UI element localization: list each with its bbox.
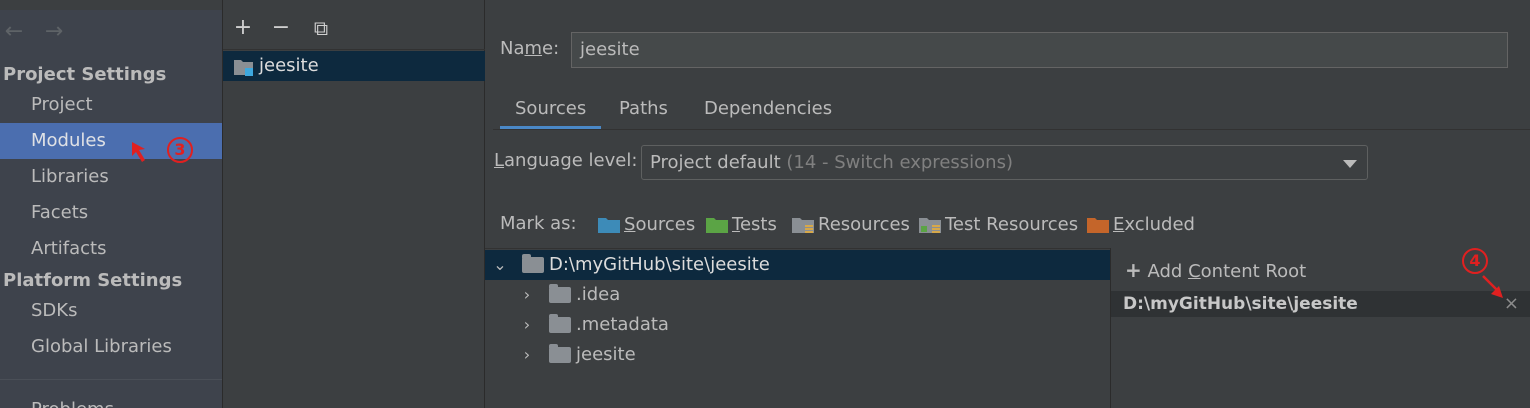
tab-sources[interactable]: Sources bbox=[500, 92, 601, 130]
mark-sources-mnemonic: S bbox=[624, 214, 636, 235]
sidebar-item-problems[interactable]: Problems bbox=[0, 392, 222, 408]
remove-module-icon[interactable]: − bbox=[267, 14, 295, 42]
content-root-path: D:\myGitHub\site\jeesite bbox=[1123, 294, 1358, 314]
tree-row-jeesite[interactable]: › jeesite bbox=[485, 340, 1110, 370]
tree-root-label: D:\myGitHub\site\jeesite bbox=[549, 254, 770, 275]
chevron-right-icon[interactable]: › bbox=[519, 310, 535, 340]
mark-as-label: Mark as: bbox=[500, 213, 577, 234]
sidebar-item-libraries[interactable]: Libraries bbox=[0, 159, 222, 195]
sidebar-top-strip bbox=[0, 0, 222, 10]
mark-as-excluded[interactable]: Excluded bbox=[1087, 212, 1197, 238]
annotation-arrow-icon bbox=[132, 142, 145, 162]
mark-resources-text: Resources bbox=[818, 214, 910, 235]
mark-as-resources[interactable]: Resources bbox=[792, 212, 910, 238]
module-name-field[interactable]: jeesite bbox=[571, 32, 1508, 68]
history-nav: ← → bbox=[0, 20, 80, 44]
folder-icon bbox=[549, 344, 571, 363]
sidebar-item-artifacts[interactable]: Artifacts bbox=[0, 231, 222, 267]
language-level-hint: (14 - Switch expressions) bbox=[786, 152, 1013, 173]
tree-item-label: .metadata bbox=[576, 314, 669, 335]
language-level-select[interactable]: Project default (14 - Switch expressions… bbox=[641, 145, 1368, 180]
add-root-post: ontent Root bbox=[1200, 261, 1307, 282]
folder-icon bbox=[549, 314, 571, 333]
sidebar-item-sdks[interactable]: SDKs bbox=[0, 293, 222, 329]
mark-as-test-resources[interactable]: Test Resources bbox=[919, 212, 1078, 238]
language-level-value: Project default bbox=[650, 152, 781, 173]
mark-as-sources[interactable]: Sources bbox=[598, 212, 696, 238]
sources-folder-icon bbox=[598, 218, 620, 233]
test-resources-folder-icon bbox=[919, 218, 941, 233]
back-arrow-icon[interactable]: ← bbox=[0, 20, 28, 44]
add-root-mnemonic: C bbox=[1188, 261, 1201, 282]
excluded-folder-icon bbox=[1087, 218, 1109, 233]
name-label-pre: Na bbox=[500, 38, 525, 59]
modules-toolbar: + − ⧉ bbox=[223, 0, 486, 50]
platform-settings-header: Platform Settings bbox=[3, 270, 183, 291]
plus-icon: + bbox=[1125, 258, 1142, 282]
chevron-right-icon[interactable]: › bbox=[519, 340, 535, 370]
tree-item-label: jeesite bbox=[576, 344, 636, 365]
add-root-pre: Add bbox=[1147, 261, 1189, 282]
mark-as-tests[interactable]: Tests bbox=[706, 212, 781, 238]
module-detail-panel: Name: jeesite Sources Paths Dependencies… bbox=[485, 0, 1530, 408]
sidebar-item-global-libraries[interactable]: Global Libraries bbox=[0, 329, 222, 365]
language-level-label: Language level: bbox=[494, 150, 637, 171]
content-roots-panel: + Add Content Root D:\myGitHub\site\jees… bbox=[1110, 248, 1530, 408]
add-module-icon[interactable]: + bbox=[229, 14, 257, 42]
name-label-post: e: bbox=[542, 38, 560, 59]
sidebar-divider bbox=[0, 379, 222, 380]
folder-icon bbox=[549, 284, 571, 303]
annotation-step-3: 3 bbox=[167, 137, 193, 163]
language-level-label-rest: anguage level: bbox=[504, 150, 638, 171]
sidebar-item-project[interactable]: Project bbox=[0, 87, 222, 123]
tab-paths[interactable]: Paths bbox=[619, 92, 668, 130]
resources-folder-icon bbox=[792, 218, 814, 233]
name-label-mnemonic: m bbox=[524, 38, 543, 59]
module-list-item[interactable]: jeesite bbox=[223, 51, 486, 81]
tree-row-idea[interactable]: › .idea bbox=[485, 280, 1110, 310]
chevron-down-icon bbox=[1343, 160, 1357, 168]
forward-arrow-icon[interactable]: → bbox=[40, 20, 68, 44]
tab-dependencies[interactable]: Dependencies bbox=[704, 92, 832, 130]
folder-icon bbox=[522, 254, 544, 273]
mark-excluded-rest: xcluded bbox=[1124, 214, 1195, 235]
chevron-down-icon[interactable]: ⌄ bbox=[492, 250, 508, 280]
copy-module-icon[interactable]: ⧉ bbox=[307, 14, 335, 42]
annotation-step-4: 4 bbox=[1462, 248, 1488, 274]
sidebar-item-facets[interactable]: Facets bbox=[0, 195, 222, 231]
name-label: Name: bbox=[500, 38, 559, 59]
settings-sidebar: ← → Project Settings Project Modules Lib… bbox=[0, 0, 222, 408]
mark-test-resources-text: Test Resources bbox=[945, 214, 1079, 235]
mark-excluded-mnemonic: E bbox=[1113, 214, 1125, 235]
annotation-arrow-icon bbox=[1482, 275, 1503, 298]
mark-tests-mnemonic: T bbox=[732, 214, 740, 235]
chevron-right-icon[interactable]: › bbox=[519, 280, 535, 310]
tree-row-metadata[interactable]: › .metadata bbox=[485, 310, 1110, 340]
module-folder-icon bbox=[234, 60, 253, 76]
content-root-row[interactable]: D:\myGitHub\site\jeesite × bbox=[1111, 291, 1530, 317]
project-settings-header: Project Settings bbox=[3, 64, 167, 85]
mark-sources-rest: ources bbox=[635, 214, 696, 235]
add-content-root-button[interactable]: + Add Content Root bbox=[1125, 258, 1306, 282]
modules-list-panel: + − ⧉ jeesite bbox=[222, 0, 486, 408]
language-level-mnemonic: L bbox=[494, 150, 505, 171]
module-name-label: jeesite bbox=[259, 55, 319, 76]
tree-item-label: .idea bbox=[576, 284, 621, 305]
tree-row-root[interactable]: ⌄ D:\myGitHub\site\jeesite bbox=[485, 250, 1110, 280]
tabs-divider bbox=[493, 129, 1530, 130]
tests-folder-icon bbox=[706, 218, 728, 233]
content-root-tree: ⌄ D:\myGitHub\site\jeesite › .idea › .me… bbox=[485, 248, 1110, 408]
mark-tests-rest: ests bbox=[739, 214, 777, 235]
